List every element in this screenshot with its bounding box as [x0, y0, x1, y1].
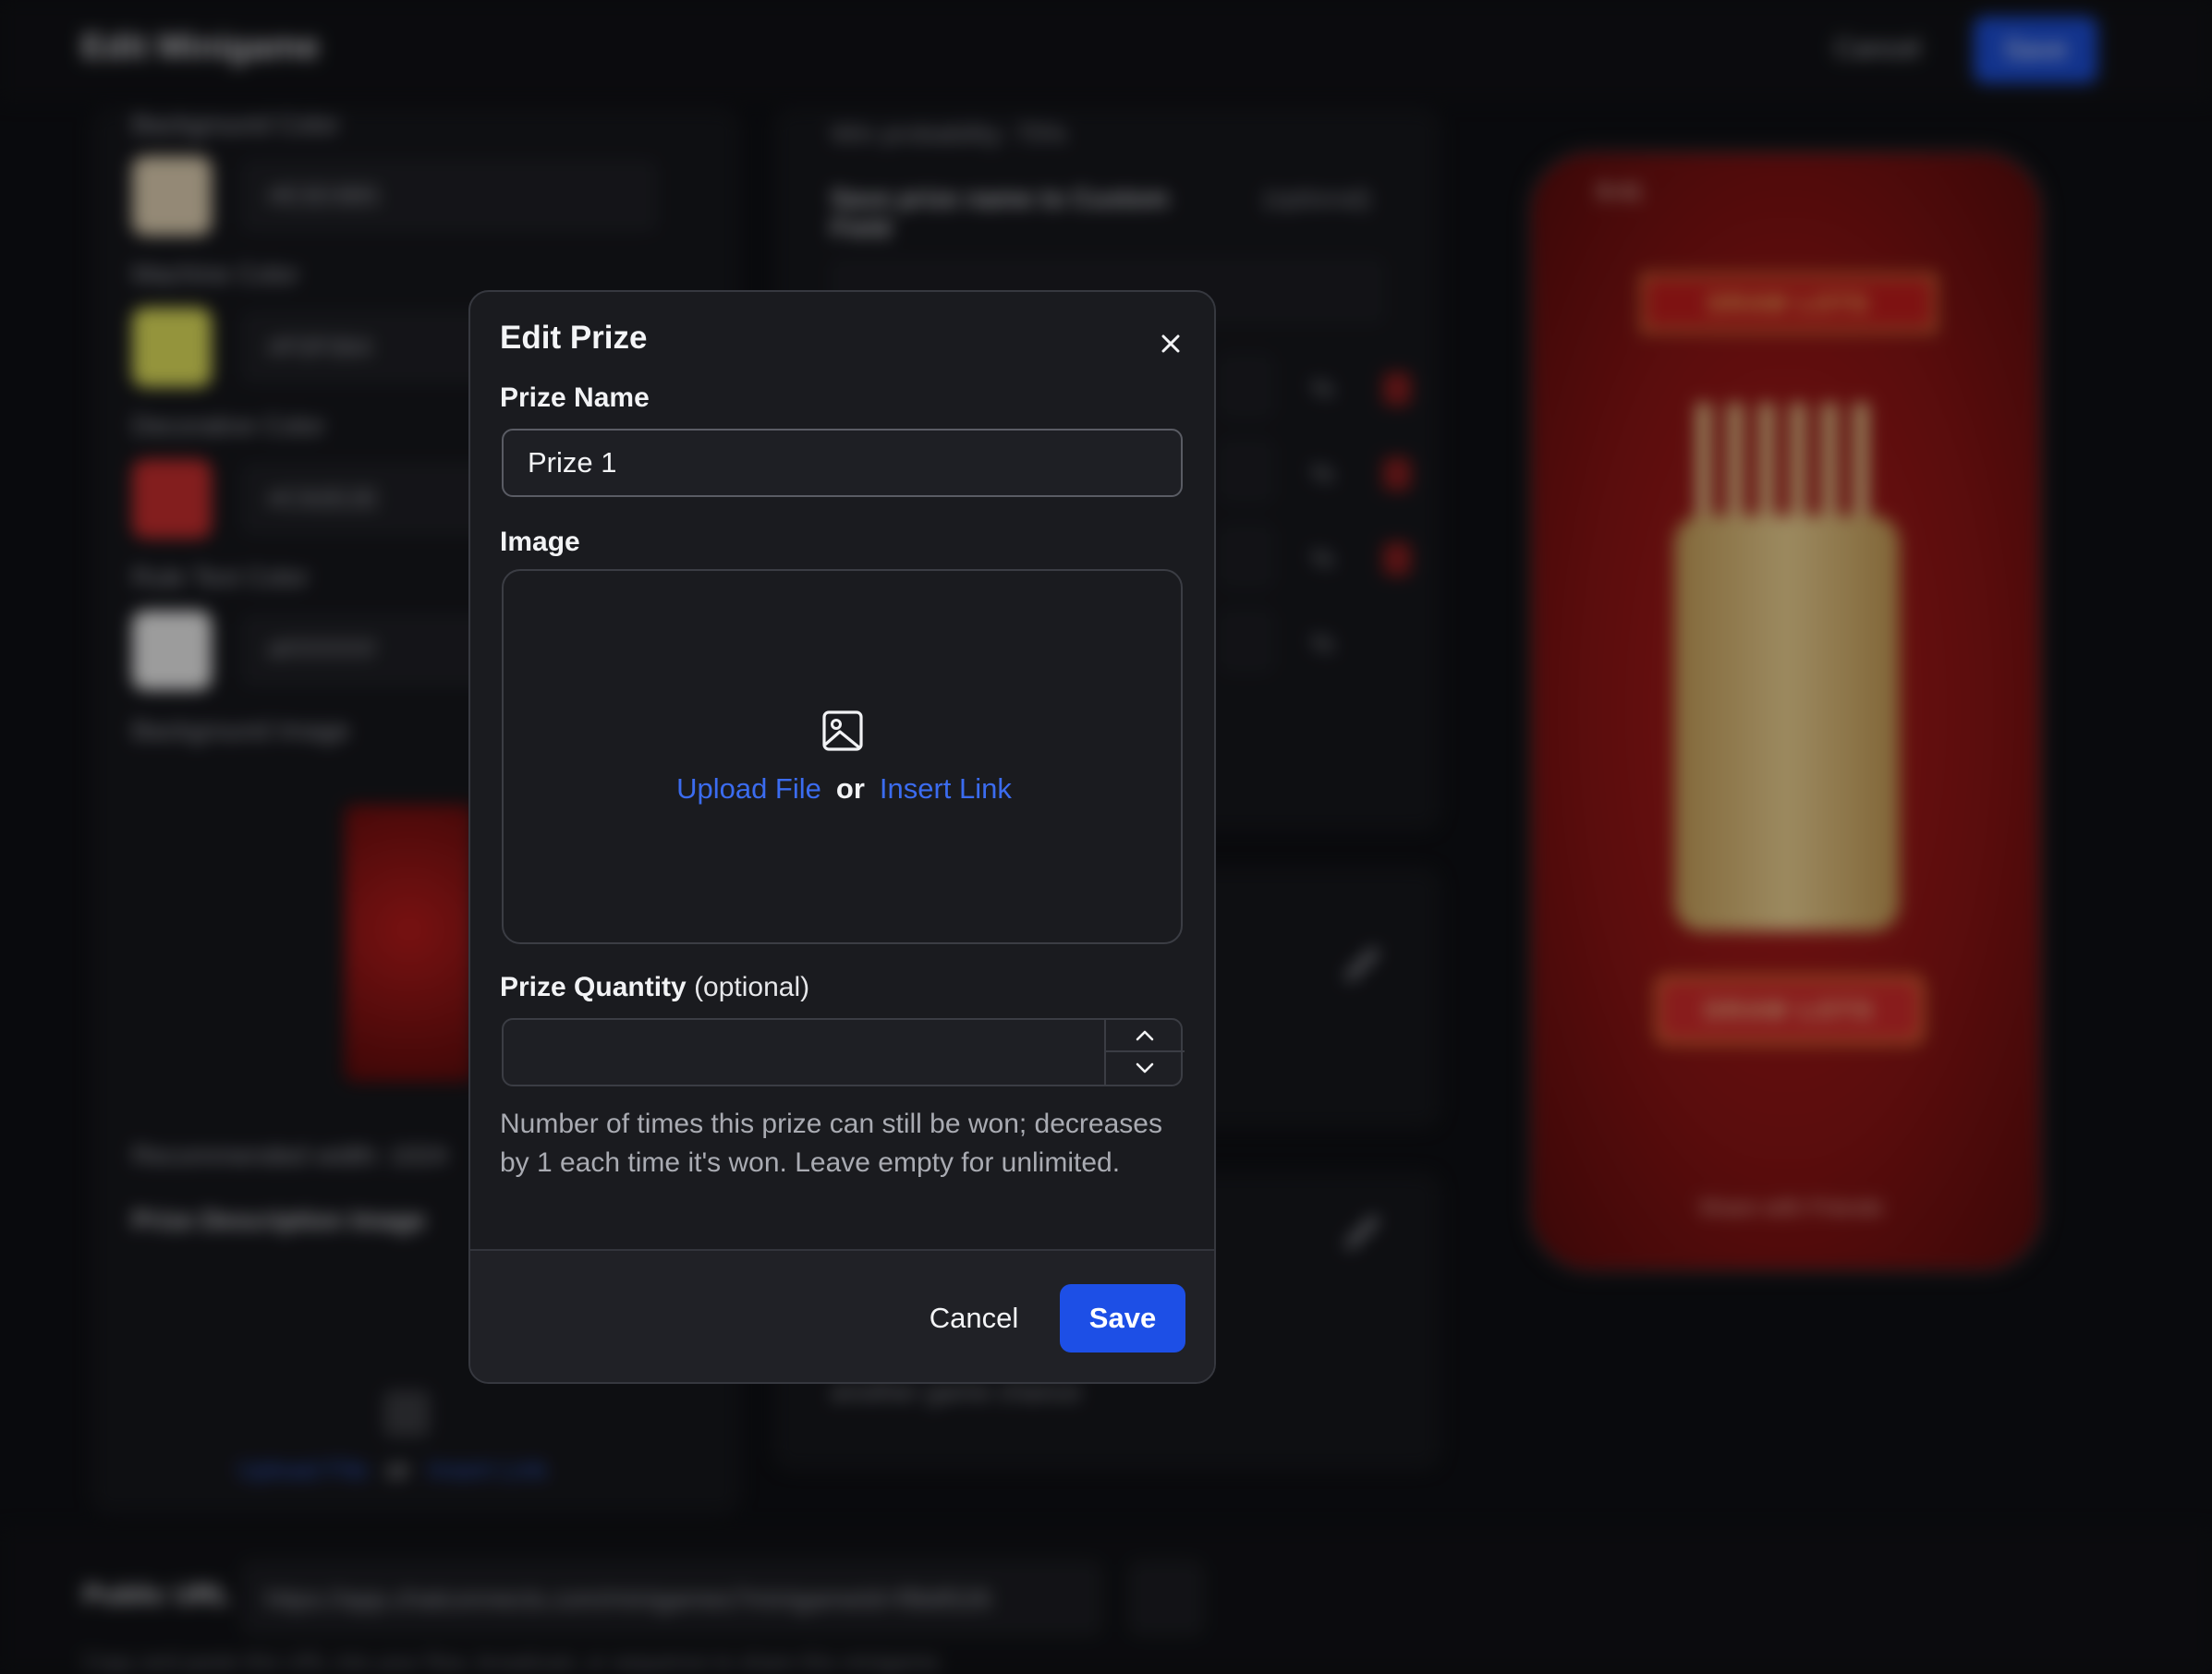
decrement-button[interactable]	[1106, 1052, 1185, 1085]
cancel-button[interactable]: Cancel	[905, 1284, 1043, 1353]
prize-quantity-label-text: Prize Quantity	[500, 972, 687, 1002]
prize-quantity-field	[502, 1018, 1185, 1086]
image-label: Image	[500, 527, 580, 557]
upload-file-link[interactable]: Upload File	[676, 772, 821, 805]
image-icon	[820, 708, 866, 754]
prize-name-input[interactable]	[502, 429, 1183, 497]
increment-button[interactable]	[1106, 1020, 1185, 1052]
prize-name-label: Prize Name	[500, 382, 650, 413]
image-dropzone[interactable]: Upload File or Insert Link	[502, 569, 1183, 944]
dialog-footer: Cancel Save	[470, 1249, 1214, 1382]
save-button[interactable]: Save	[1060, 1284, 1185, 1353]
close-icon[interactable]	[1152, 325, 1189, 362]
edit-prize-dialog: Edit Prize Prize Name Image Upload File o…	[468, 290, 1216, 1384]
quantity-help-text: Number of times this prize can still be …	[500, 1109, 1162, 1178]
prize-quantity-label: Prize Quantity (optional)	[500, 972, 809, 1003]
prize-quantity-input[interactable]	[504, 1020, 1104, 1085]
or-text: or	[835, 772, 865, 805]
optional-hint: (optional)	[694, 972, 810, 1002]
upload-options: Upload File or Insert Link	[504, 772, 1185, 806]
chevron-up-icon	[1136, 1030, 1154, 1041]
dialog-title: Edit Prize	[500, 320, 648, 356]
insert-link-link[interactable]: Insert Link	[880, 772, 1012, 805]
chevron-down-icon	[1136, 1062, 1154, 1074]
quantity-stepper	[1104, 1020, 1185, 1085]
